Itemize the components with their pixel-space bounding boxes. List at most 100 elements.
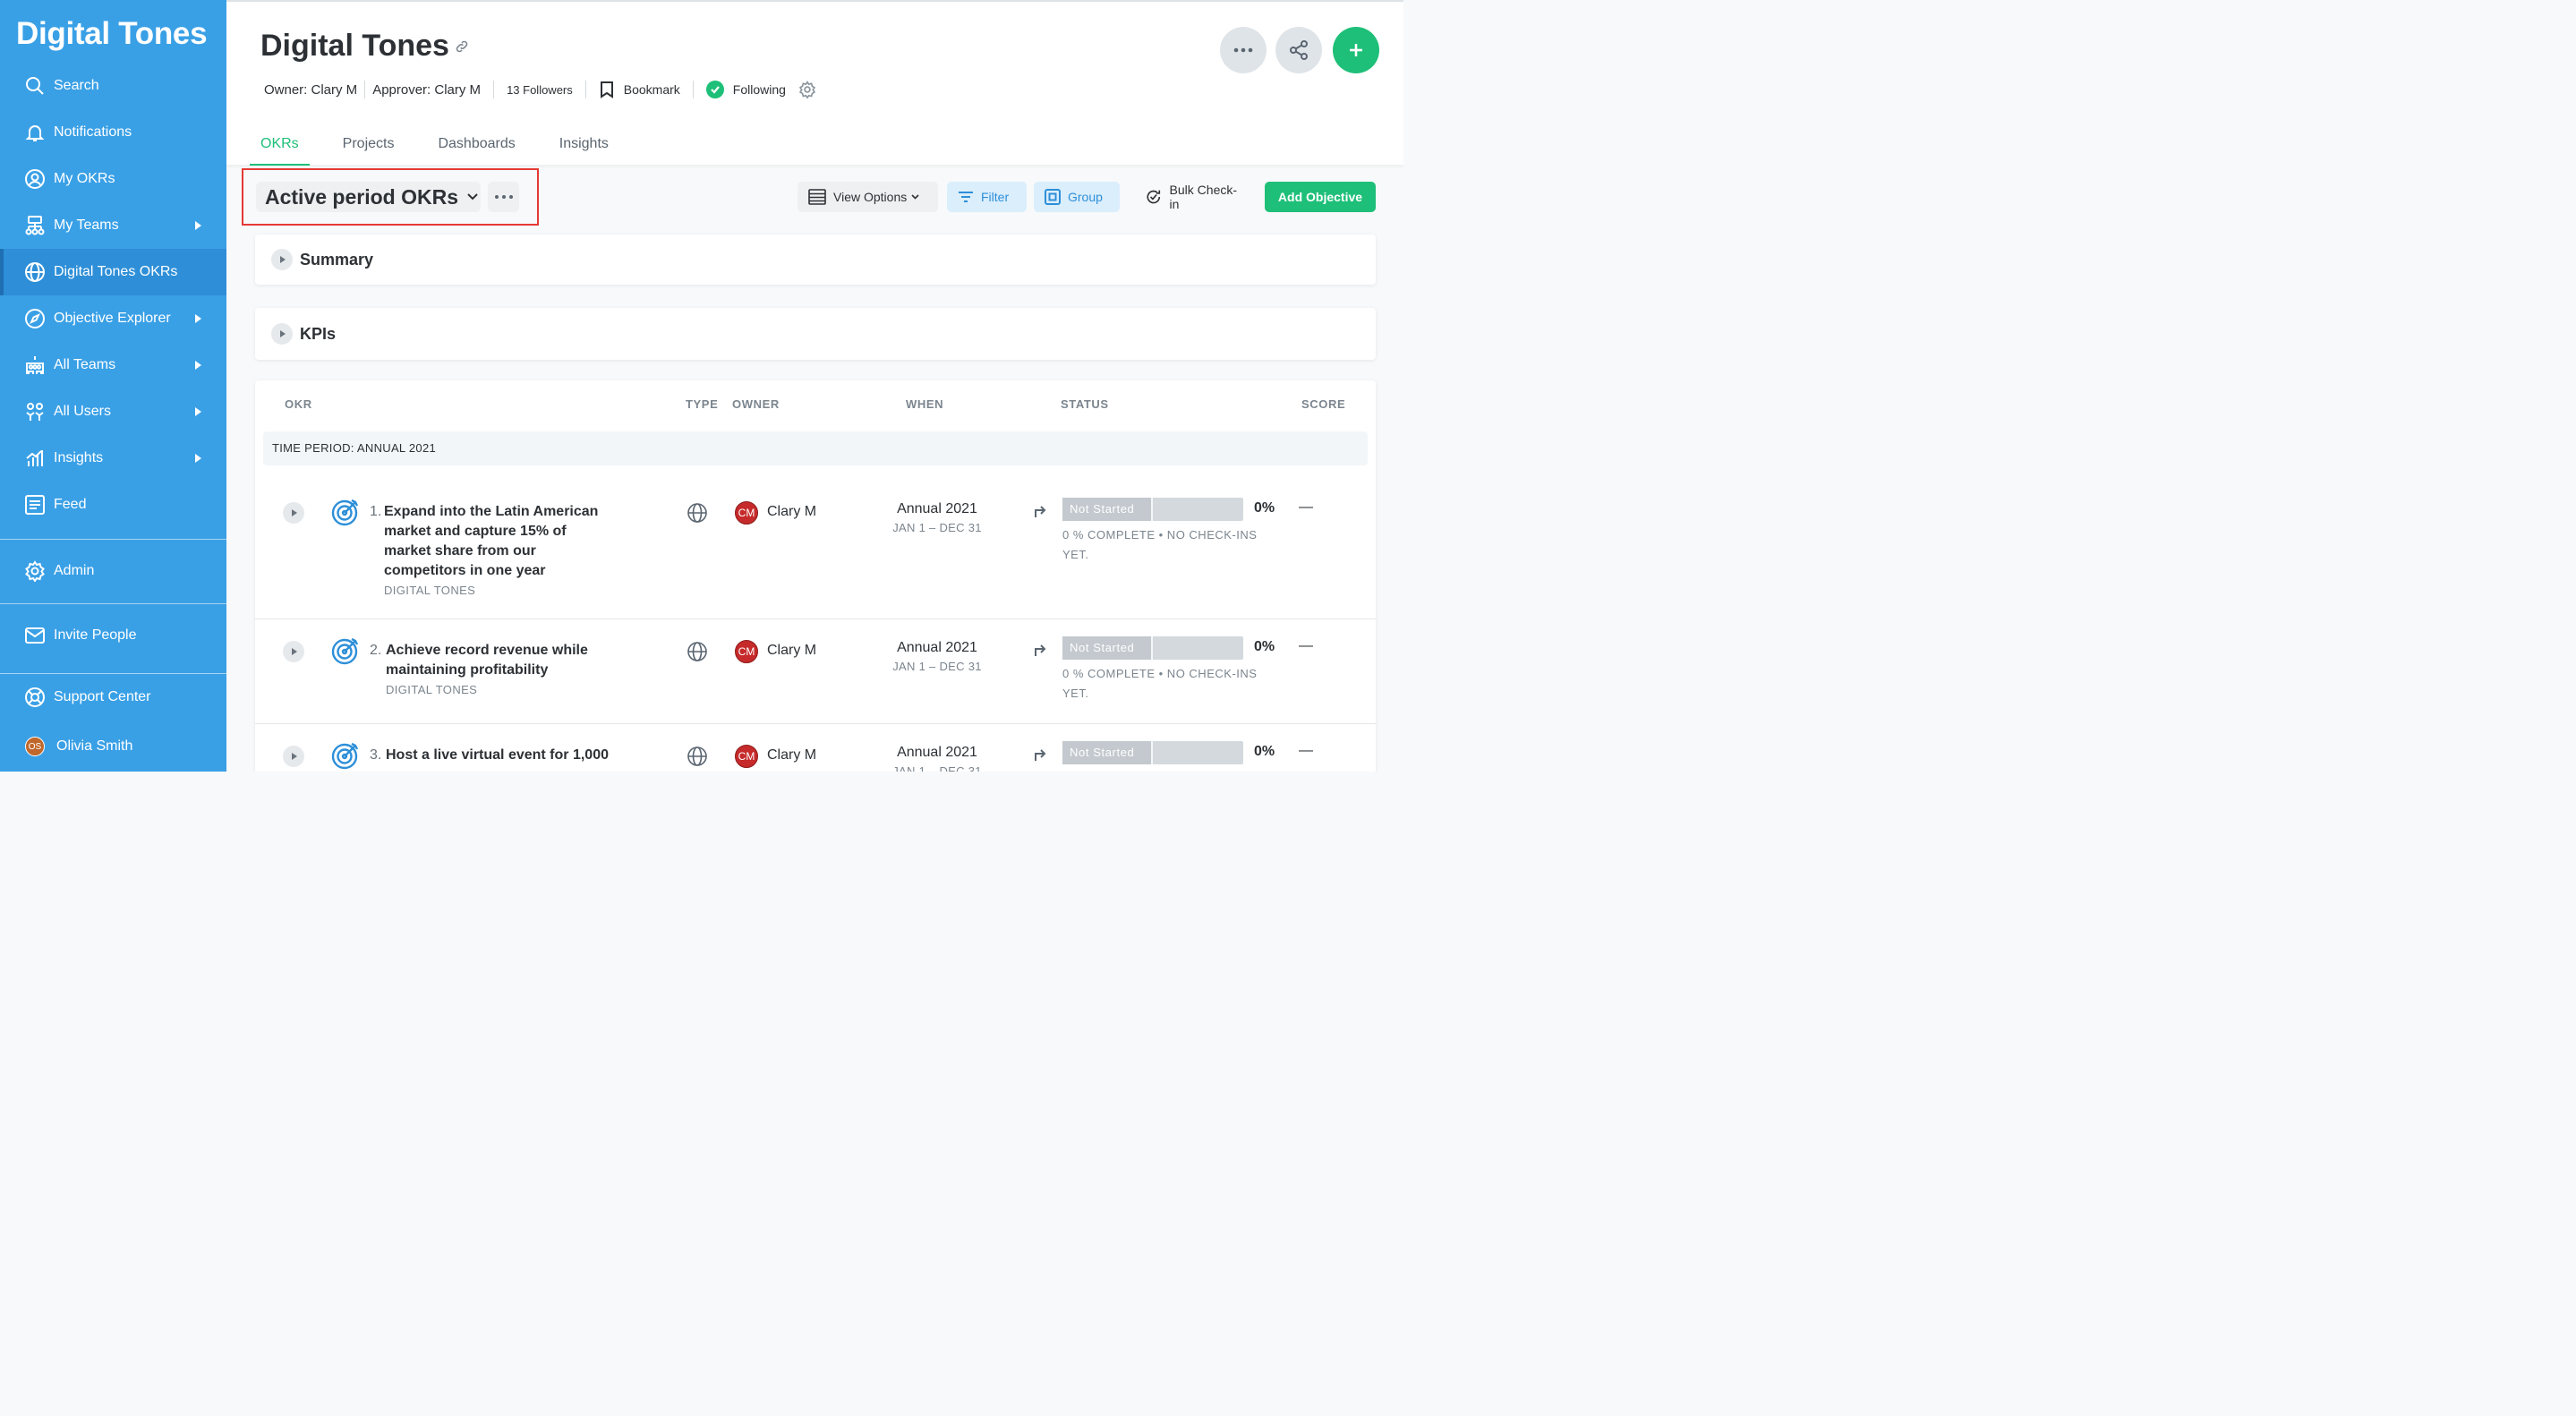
sidebar-item-search[interactable]: Search (0, 63, 226, 109)
okr-title[interactable]: Host a live virtual event for 1,000 (386, 746, 618, 765)
refresh-check-icon (1147, 190, 1161, 204)
filter-icon (959, 192, 973, 202)
column-header-type[interactable]: TYPE (686, 397, 718, 411)
search-icon (23, 74, 47, 98)
sidebar-item-admin[interactable]: Admin (0, 548, 226, 594)
sidebar-item-label: Search (54, 78, 99, 93)
page-tabs: OKRs Projects Dashboards Insights (250, 134, 642, 166)
turn-right-icon[interactable] (1032, 746, 1048, 762)
tab-dashboards[interactable]: Dashboards (427, 134, 525, 166)
owner-label[interactable]: Owner: Clary M (264, 82, 357, 98)
bulk-checkin-button[interactable]: Bulk Check-in (1134, 182, 1256, 212)
column-header-owner[interactable]: OWNER (732, 397, 780, 411)
status-bar[interactable]: Not Started (1062, 741, 1243, 764)
add-button[interactable] (1333, 27, 1379, 73)
ellipsis-icon (494, 195, 513, 199)
period-selector[interactable]: Active period OKRs (256, 182, 481, 212)
sidebar-item-support-center[interactable]: Support Center (0, 674, 226, 721)
period-more-button[interactable] (488, 182, 519, 212)
bar-chart-icon (23, 447, 47, 470)
compass-icon (23, 307, 47, 330)
expand-row-icon[interactable] (283, 746, 304, 767)
column-header-score[interactable]: SCORE (1301, 397, 1345, 411)
sidebar-item-label: All Users (54, 404, 112, 419)
tab-okrs[interactable]: OKRs (250, 134, 310, 166)
sidebar-item-invite-people[interactable]: Invite People (0, 612, 226, 659)
okr-number: 2. (370, 643, 382, 658)
expand-arrow-icon[interactable] (195, 407, 201, 416)
status-bar[interactable]: Not Started (1062, 498, 1243, 521)
expand-row-icon[interactable] (283, 641, 304, 662)
gear-icon (23, 559, 47, 583)
expand-arrow-icon[interactable] (195, 361, 201, 370)
owner-name[interactable]: Clary M (767, 643, 816, 659)
owner-name[interactable]: Clary M (767, 504, 816, 520)
expand-arrow-icon[interactable] (195, 314, 201, 323)
page-header: Digital Tones Owner: Clary M Approver: C… (226, 0, 1403, 166)
expand-arrow-icon[interactable] (195, 221, 201, 230)
sidebar-item-feed[interactable]: Feed (0, 482, 226, 528)
kpis-panel[interactable]: KPIs (255, 308, 1376, 360)
expand-icon[interactable] (271, 249, 293, 270)
approver-label[interactable]: Approver: Clary M (372, 82, 481, 98)
filter-button[interactable]: Filter (947, 182, 1027, 212)
sidebar-item-insights[interactable]: Insights (0, 435, 226, 482)
mail-icon (23, 624, 47, 647)
column-header-status[interactable]: STATUS (1061, 397, 1109, 411)
column-header-when[interactable]: WHEN (906, 397, 943, 411)
column-header-okr[interactable]: OKR (285, 397, 312, 411)
target-icon (331, 637, 359, 665)
time-period-group: TIME PERIOD: ANNUAL 2021 (263, 431, 1368, 465)
table-row[interactable]: 1. Expand into the Latin American market… (255, 479, 1376, 619)
turn-right-icon[interactable] (1032, 502, 1048, 518)
expand-arrow-icon[interactable] (195, 454, 201, 463)
table-row[interactable]: 3. Host a live virtual event for 1,000 C… (255, 724, 1376, 772)
okr-title[interactable]: Expand into the Latin American market an… (384, 502, 608, 581)
globe-icon (687, 642, 707, 661)
table-row[interactable]: 2. Achieve record revenue while maintain… (255, 619, 1376, 724)
sidebar-user[interactable]: OS Olivia Smith (0, 721, 226, 772)
okr-percent: 0% (1254, 744, 1275, 759)
main-content: Digital Tones Owner: Clary M Approver: C… (226, 0, 1403, 772)
summary-panel[interactable]: Summary (255, 235, 1376, 285)
okr-table: OKR TYPE OWNER WHEN STATUS SCORE TIME PE… (255, 380, 1376, 772)
target-icon (331, 742, 359, 770)
sidebar-item-my-okrs[interactable]: My OKRs (0, 156, 226, 202)
users-icon (23, 400, 47, 423)
turn-right-icon[interactable] (1032, 641, 1048, 657)
view-options-button[interactable]: View Options (798, 182, 938, 212)
expand-row-icon[interactable] (283, 502, 304, 524)
sidebar-item-my-teams[interactable]: My Teams (0, 202, 226, 249)
sidebar-item-label: My OKRs (54, 171, 115, 186)
owner-name[interactable]: Clary M (767, 747, 816, 763)
more-options-button[interactable] (1220, 27, 1267, 73)
tab-projects[interactable]: Projects (332, 134, 405, 166)
add-objective-button[interactable]: Add Objective (1265, 182, 1376, 212)
followers-count[interactable]: 13 Followers (507, 83, 573, 97)
tab-insights[interactable]: Insights (549, 134, 619, 166)
share-icon (1290, 40, 1308, 60)
group-button[interactable]: Group (1034, 182, 1120, 212)
okr-number: 3. (370, 747, 382, 763)
okr-when: Annual 2021 JAN 1 – DEC 31 (892, 501, 982, 534)
expand-icon[interactable] (271, 323, 293, 345)
settings-gear-icon[interactable] (798, 81, 816, 98)
brand-logo[interactable]: Digital Tones (0, 0, 226, 63)
bookmark-icon[interactable] (599, 81, 615, 98)
link-icon[interactable] (455, 39, 469, 54)
sidebar-item-objective-explorer[interactable]: Objective Explorer (0, 295, 226, 342)
share-button[interactable] (1275, 27, 1322, 73)
sidebar-item-all-users[interactable]: All Users (0, 388, 226, 435)
following-button[interactable]: Following (733, 82, 786, 97)
status-bar[interactable]: Not Started (1062, 636, 1243, 660)
sidebar-item-digital-tones-okrs[interactable]: Digital Tones OKRs (0, 249, 226, 295)
okr-team: DIGITAL TONES (384, 584, 476, 597)
group-icon (1045, 189, 1061, 205)
bookmark-button[interactable]: Bookmark (624, 82, 680, 97)
okr-title[interactable]: Achieve record revenue while maintaining… (386, 641, 601, 680)
globe-icon (687, 746, 707, 766)
divider (692, 81, 694, 98)
sidebar-item-all-teams[interactable]: All Teams (0, 342, 226, 388)
sidebar-item-notifications[interactable]: Notifications (0, 109, 226, 156)
status-label: Not Started (1062, 636, 1153, 660)
